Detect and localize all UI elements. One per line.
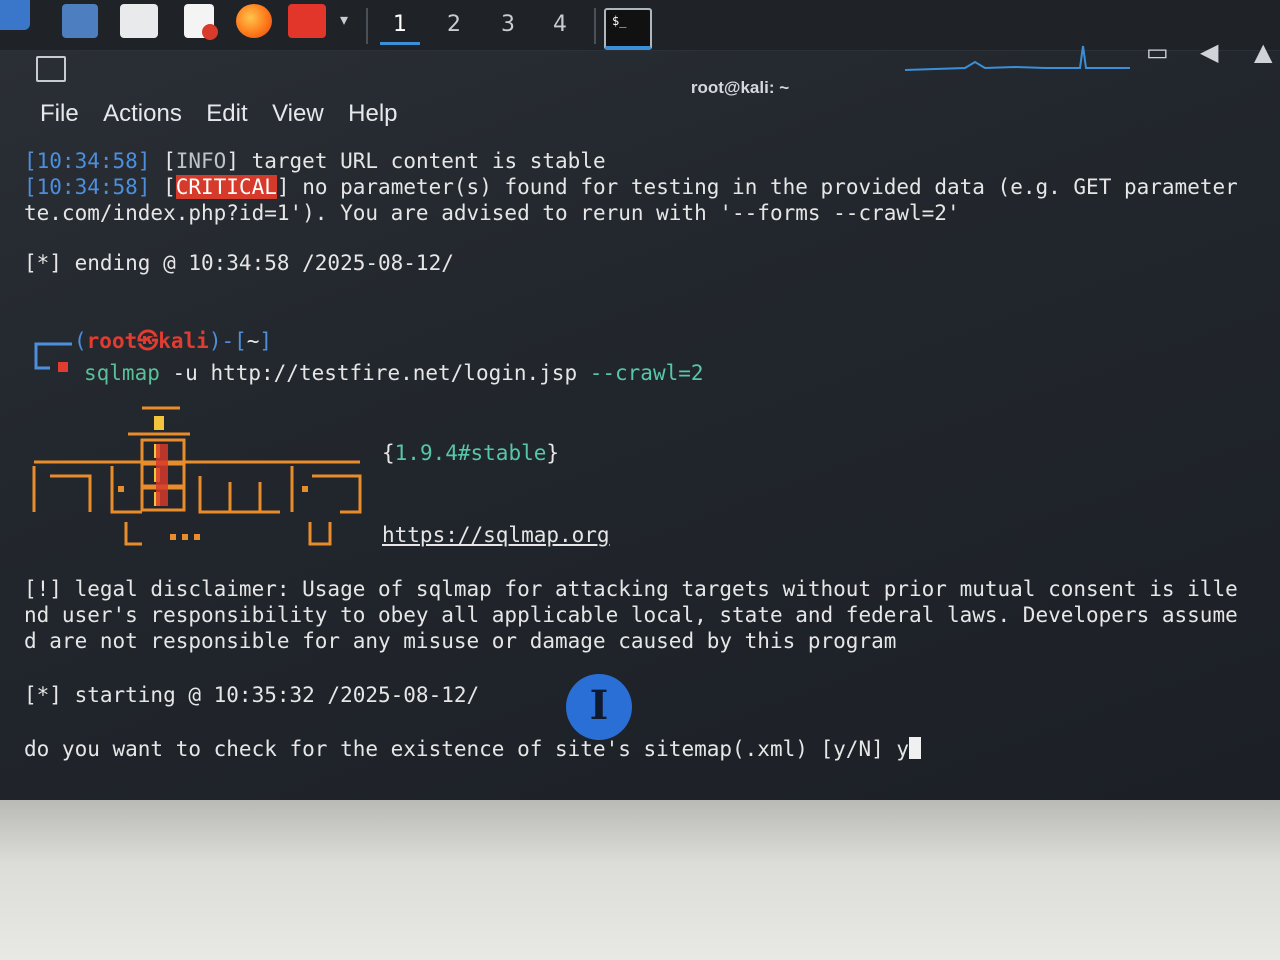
user-answer: y	[896, 737, 910, 761]
menu-view[interactable]: View	[272, 100, 324, 128]
log-time: [10:34:58]	[24, 175, 151, 199]
log-line-continuation: te.com/index.php?id=1'). You are advised…	[24, 200, 960, 226]
disclaimer-line: [!] legal disclaimer: Usage of sqlmap fo…	[24, 577, 1238, 601]
workspace-1[interactable]: 1	[380, 8, 420, 45]
question-text: do you want to check for the existence o…	[24, 737, 897, 761]
bracket: [	[150, 175, 176, 199]
question-line: do you want to check for the existence o…	[24, 736, 922, 762]
prompt-corner-icon	[34, 342, 72, 372]
desktop-icon[interactable]	[62, 4, 98, 38]
menubar: File Actions Edit View Help	[40, 100, 418, 134]
disclaimer-line: nd user's responsibility to obey all app…	[24, 603, 1238, 627]
display-icon[interactable]: ▭	[1146, 38, 1169, 66]
text-editor-icon[interactable]	[184, 4, 218, 40]
prompt-host: kali	[158, 329, 209, 353]
sqlmap-ascii-logo	[32, 406, 362, 546]
taskbar-separator	[366, 8, 368, 44]
prompt-bracket: ]	[259, 329, 273, 353]
brace: {	[382, 441, 395, 465]
terminal-task-button[interactable]: $_	[604, 8, 652, 50]
log-message: '	[946, 201, 960, 225]
log-message: target URL content is stable	[251, 149, 606, 173]
terminal-prompt-icon: $_	[612, 14, 627, 28]
taskbar: ▾ 1 2 3 4 $_ ▭ ◀ ▲	[0, 0, 1280, 71]
ending-line: [*] ending @ 10:34:58 /2025-08-12/	[24, 251, 454, 275]
command-name: sqlmap	[84, 361, 160, 385]
disclaimer-line: d are not responsible for any misuse or …	[24, 629, 897, 653]
menu-file[interactable]: File	[40, 100, 79, 128]
log-line-info: [10:34:58] [INFO] target URL content is …	[24, 148, 606, 174]
bracket: [	[150, 149, 176, 173]
prompt-bracket: )-[	[208, 329, 247, 353]
prompt-dir: ~	[246, 329, 260, 353]
command-line: sqlmap -u http://testfire.net/login.jsp …	[84, 360, 704, 386]
kali-menu-icon[interactable]	[0, 0, 30, 30]
workspace-4[interactable]: 4	[540, 8, 580, 42]
taskbar-separator	[594, 8, 596, 44]
text-cursor	[909, 737, 922, 759]
workspace-2[interactable]: 2	[434, 8, 474, 42]
prompt-bracket: (	[74, 329, 87, 353]
brace: }	[546, 441, 560, 465]
firefox-icon[interactable]	[236, 4, 272, 38]
volume-icon[interactable]: ◀	[1200, 38, 1218, 66]
log-message: no parameter(s) found for testing in the…	[302, 175, 1238, 199]
starting-line: [*] starting @ 10:35:32 /2025-08-12/	[24, 683, 480, 707]
text-select-cursor-icon: I	[566, 674, 632, 740]
window-title: root@kali: ~	[690, 78, 790, 97]
prompt-user: root	[86, 329, 138, 353]
log-time: [10:34:58]	[24, 149, 151, 173]
prompt-at: ㉿	[137, 329, 159, 353]
version-line: {1.9.4#stable}	[382, 440, 559, 466]
bracket: ]	[226, 149, 252, 173]
window-icon[interactable]	[36, 56, 66, 82]
log-line-critical: [10:34:58] [CRITICAL] no parameter(s) fo…	[24, 174, 1238, 200]
command-url: http://testfire.net/login.jsp	[210, 361, 578, 385]
monitor-bezel-area	[0, 800, 1280, 960]
log-tag-critical: CRITICAL	[175, 175, 277, 199]
notification-bell-icon[interactable]: ▲	[1254, 38, 1272, 66]
terminal-red-icon[interactable]	[288, 4, 326, 38]
menu-help[interactable]: Help	[348, 100, 397, 128]
site-link[interactable]: https://sqlmap.org	[382, 522, 610, 548]
bracket: ]	[276, 175, 303, 199]
menu-edit[interactable]: Edit	[206, 100, 247, 128]
command-flag: -u	[159, 361, 211, 385]
menu-actions[interactable]: Actions	[103, 100, 182, 128]
workspace-3[interactable]: 3	[488, 8, 528, 42]
command-option: --crawl=2	[577, 361, 704, 385]
version-text: 1.9.4#stable	[394, 441, 547, 465]
log-option: --forms --crawl=2	[732, 201, 947, 225]
shell-prompt: (root㉿kali)-[~]	[74, 328, 272, 354]
log-tag-info: INFO	[175, 149, 227, 173]
file-manager-icon[interactable]	[120, 4, 158, 38]
monitor-screen: ▾ 1 2 3 4 $_ ▭ ◀ ▲ root@kali: ~ File Act…	[0, 0, 1280, 800]
chevron-down-icon[interactable]: ▾	[334, 10, 354, 30]
network-graph-icon	[905, 45, 1130, 71]
log-message: te.com/index.php?id=1'). You are advised…	[24, 201, 733, 225]
